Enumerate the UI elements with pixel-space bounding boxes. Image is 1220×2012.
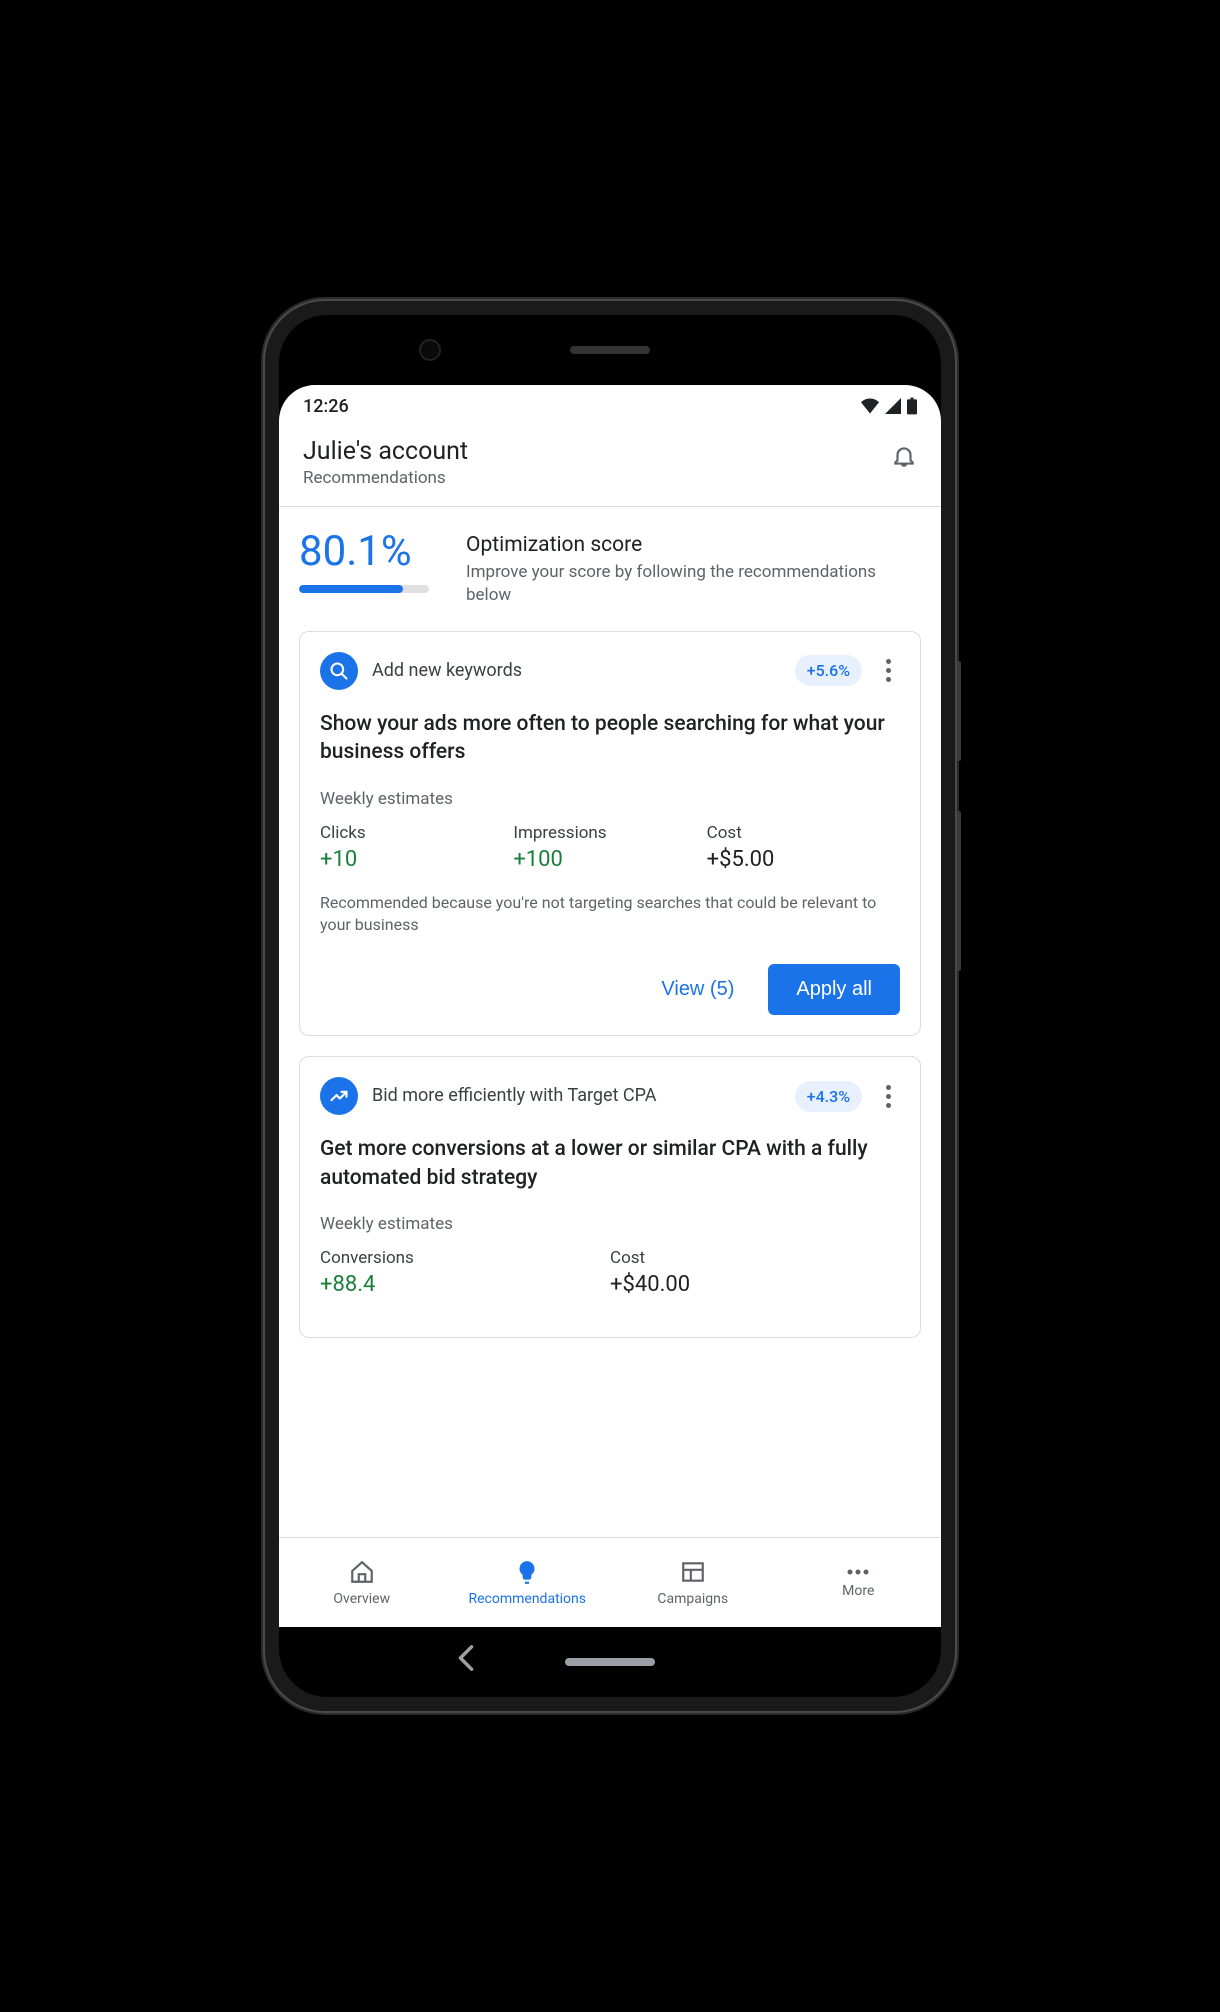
recommendation-card: Bid more efficiently with Target CPA +4.… <box>299 1056 921 1338</box>
phone-frame: 12:26 Julie's account Recommendations <box>265 301 955 1711</box>
nav-recommendations[interactable]: Recommendations <box>445 1538 611 1627</box>
score-value: 80.1% <box>299 531 444 573</box>
card-title: Add new keywords <box>372 660 781 683</box>
status-time: 12:26 <box>303 396 349 417</box>
metric-value: +$5.00 <box>707 847 900 872</box>
speaker-grille <box>570 346 650 354</box>
score-title: Optimization score <box>466 533 921 557</box>
cellular-icon <box>885 398 901 414</box>
search-icon <box>320 652 358 690</box>
card-headline: Show your ads more often to people searc… <box>320 710 900 767</box>
power-button <box>957 661 961 761</box>
lightbulb-icon <box>514 1559 540 1585</box>
wifi-icon <box>861 398 879 414</box>
nav-label: More <box>842 1583 874 1599</box>
estimates-label: Weekly estimates <box>320 789 900 809</box>
metric-value: +88.4 <box>320 1272 610 1297</box>
system-nav <box>279 1644 941 1679</box>
more-horizontal-icon <box>845 1567 871 1577</box>
content-area: 80.1% Optimization score Improve your sc… <box>279 507 941 1537</box>
camera-dot <box>419 339 441 361</box>
home-icon <box>349 1559 375 1585</box>
card-more-button[interactable] <box>876 1085 900 1108</box>
metrics-row: Conversions +88.4 Cost +$40.00 <box>320 1248 900 1297</box>
card-title: Bid more efficiently with Target CPA <box>372 1085 781 1108</box>
bottom-nav: Overview Recommendations Campaigns More <box>279 1537 941 1627</box>
card-more-button[interactable] <box>876 659 900 682</box>
metric-label: Cost <box>707 823 900 843</box>
metric-value: +$40.00 <box>610 1272 900 1297</box>
nav-label: Campaigns <box>657 1591 728 1607</box>
estimates-label: Weekly estimates <box>320 1214 900 1234</box>
metric-label: Cost <box>610 1248 900 1268</box>
score-uplift-badge: +4.3% <box>795 1081 862 1112</box>
back-button[interactable] <box>457 1644 475 1679</box>
optimization-score-section: 80.1% Optimization score Improve your sc… <box>299 531 921 607</box>
metric-value: +10 <box>320 847 513 872</box>
trend-icon <box>320 1077 358 1115</box>
score-uplift-badge: +5.6% <box>795 655 862 686</box>
battery-icon <box>907 397 917 415</box>
account-name: Julie's account <box>303 437 468 466</box>
bell-icon <box>891 443 917 469</box>
notifications-button[interactable] <box>891 443 917 473</box>
score-description: Improve your score by following the reco… <box>466 561 921 607</box>
metric-label: Conversions <box>320 1248 610 1268</box>
metric-value: +100 <box>513 847 706 872</box>
card-headline: Get more conversions at a lower or simil… <box>320 1135 900 1192</box>
app-header: Julie's account Recommendations <box>279 427 941 507</box>
nav-more[interactable]: More <box>776 1538 942 1627</box>
home-pill[interactable] <box>565 1658 655 1666</box>
nav-label: Recommendations <box>468 1591 586 1607</box>
page-subtitle: Recommendations <box>303 468 468 488</box>
volume-button <box>957 811 961 971</box>
nav-label: Overview <box>333 1591 390 1607</box>
metric-label: Impressions <box>513 823 706 843</box>
recommendation-card: Add new keywords +5.6% Show your ads mor… <box>299 631 921 1036</box>
recommendation-reason: Recommended because you're not targeting… <box>320 892 900 937</box>
nav-overview[interactable]: Overview <box>279 1538 445 1627</box>
metric-label: Clicks <box>320 823 513 843</box>
score-progress-bar <box>299 585 429 593</box>
view-button[interactable]: View (5) <box>647 968 748 1011</box>
nav-campaigns[interactable]: Campaigns <box>610 1538 776 1627</box>
table-icon <box>680 1559 706 1585</box>
status-bar: 12:26 <box>279 385 941 427</box>
apply-all-button[interactable]: Apply all <box>768 964 900 1015</box>
metrics-row: Clicks +10 Impressions +100 Cost +$5.00 <box>320 823 900 872</box>
score-progress-fill <box>299 585 403 593</box>
